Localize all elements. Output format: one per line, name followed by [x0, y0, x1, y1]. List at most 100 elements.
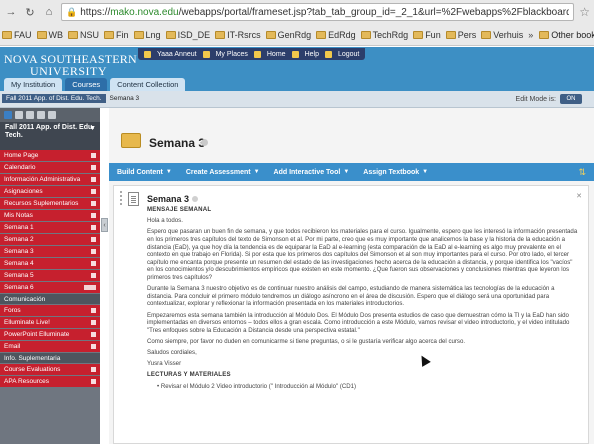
- tab-courses[interactable]: Courses: [65, 78, 108, 91]
- help-icon: [291, 50, 299, 58]
- sidebar-item[interactable]: APA Resources: [0, 376, 100, 387]
- sidebar-item[interactable]: Calendario: [0, 162, 100, 173]
- create-assessment-button[interactable]: Create Assessment ▼: [182, 168, 264, 177]
- back-arrow-icon[interactable]: →: [4, 5, 18, 19]
- logout-link[interactable]: Logout: [338, 51, 359, 58]
- add-interactive-tool-button[interactable]: Add Interactive Tool ▼: [270, 168, 354, 177]
- item-options-icon[interactable]: [91, 165, 96, 170]
- sidebar-item[interactable]: Recursos Suplementarios: [0, 198, 100, 209]
- bookmark-label: NSU: [80, 30, 100, 40]
- other-bookmarks[interactable]: » Other bookm: [528, 30, 594, 40]
- chevron-down-icon: ▼: [422, 169, 429, 175]
- sidebar-item[interactable]: Foros: [0, 305, 100, 316]
- menu-tool-icon[interactable]: [37, 111, 45, 119]
- edit-mode-toggle[interactable]: ON: [560, 94, 582, 104]
- home-icon[interactable]: ⌂: [42, 5, 56, 19]
- folder-icon: [360, 31, 371, 39]
- item-options-icon[interactable]: [91, 344, 96, 349]
- add-menu-item-icon[interactable]: [4, 111, 12, 119]
- sidebar-item[interactable]: Semana 2: [0, 234, 100, 245]
- item-options-icon[interactable]: [91, 213, 96, 218]
- sidebar-item[interactable]: Home Page: [0, 150, 100, 161]
- build-content-button[interactable]: Build Content ▼: [113, 168, 176, 177]
- bookmark-folder[interactable]: ISD_DE: [165, 30, 210, 40]
- bookmark-folder[interactable]: Verhuis: [481, 30, 523, 40]
- item-options-icon[interactable]: [91, 320, 96, 325]
- sidebar-item[interactable]: Course Evaluations: [0, 364, 100, 375]
- chevron-down-icon[interactable]: [192, 196, 198, 202]
- chevron-down-icon[interactable]: [201, 139, 208, 146]
- bookmark-star-icon[interactable]: ☆: [579, 5, 590, 19]
- tab-content-collection[interactable]: Content Collection: [110, 78, 186, 91]
- sidebar-section-header: Info. Suplementaria: [0, 353, 100, 363]
- breadcrumb-course[interactable]: Fall 2011 App. of Dist. Edu. Tech.: [2, 94, 106, 103]
- collapse-menu-handle[interactable]: ‹: [101, 218, 108, 232]
- sidebar-item-label: Course Evaluations: [4, 366, 61, 373]
- item-options-icon[interactable]: [91, 189, 96, 194]
- university-logo[interactable]: NOVA SOUTHEASTERN UNIVERSITY: [4, 53, 137, 77]
- folder-icon: [215, 31, 226, 39]
- user-name[interactable]: Yaaa Anneut: [157, 51, 197, 58]
- bookmark-folder[interactable]: WB: [36, 30, 63, 40]
- sidebar-item[interactable]: Información Administrativa: [0, 174, 100, 185]
- close-icon[interactable]: ✕: [576, 192, 582, 200]
- bookmark-folder[interactable]: IT-Rsrcs: [215, 30, 261, 40]
- logo-line-2: UNIVERSITY: [30, 64, 107, 78]
- document-icon: [128, 192, 139, 206]
- item-options-icon[interactable]: [84, 285, 96, 290]
- bookmark-folder[interactable]: NSU: [68, 30, 99, 40]
- item-options-icon[interactable]: [91, 332, 96, 337]
- sidebar-item[interactable]: Semana 1: [0, 222, 100, 233]
- reload-icon[interactable]: ↻: [23, 5, 37, 19]
- bookmark-folder[interactable]: FAU: [2, 30, 32, 40]
- item-options-icon[interactable]: [91, 177, 96, 182]
- item-title[interactable]: Semana 3: [147, 194, 189, 204]
- item-options-icon[interactable]: [91, 367, 96, 372]
- help-link[interactable]: Help: [305, 51, 319, 58]
- sidebar-item[interactable]: Semana 3: [0, 246, 100, 257]
- sidebar-item[interactable]: Semana 5: [0, 270, 100, 281]
- sidebar-item[interactable]: PowerPoint Elluminate: [0, 329, 100, 340]
- edit-mode-label: Edit Mode is:: [515, 95, 556, 103]
- sort-icon[interactable]: ⇅: [578, 167, 586, 178]
- address-bar[interactable]: 🔒 https://mako.nova.edu/webapps/portal/f…: [61, 3, 575, 21]
- sidebar-item[interactable]: Mis Notas: [0, 210, 100, 221]
- item-options-icon[interactable]: [91, 153, 96, 158]
- assign-textbook-button[interactable]: Assign Textbook ▼: [359, 168, 432, 177]
- sidebar-item[interactable]: Semana 4: [0, 258, 100, 269]
- bookmark-folder[interactable]: Pers: [445, 30, 476, 40]
- course-menu-title[interactable]: Fall 2011 App. of Dist. Edu. Tech. ▼: [0, 122, 100, 150]
- item-options-icon[interactable]: [91, 379, 96, 384]
- item-options-icon[interactable]: [91, 249, 96, 254]
- item-options-icon[interactable]: [91, 201, 96, 206]
- home-link[interactable]: Home: [267, 51, 286, 58]
- sidebar-item[interactable]: Elluminate Live!: [0, 317, 100, 328]
- sidebar-item[interactable]: Email: [0, 341, 100, 352]
- bookmark-folder[interactable]: GenRdg: [265, 30, 311, 40]
- folder-icon: [2, 31, 12, 39]
- sidebar-item[interactable]: Semana 6: [0, 282, 100, 293]
- item-options-icon[interactable]: [91, 261, 96, 266]
- menu-tool-icon[interactable]: [48, 111, 56, 119]
- my-places-link[interactable]: My Places: [216, 51, 248, 58]
- bookmark-folder[interactable]: Lng: [133, 30, 161, 40]
- other-bookmarks-label: Other bookm: [551, 30, 594, 40]
- folder-icon: [413, 31, 424, 39]
- item-options-icon[interactable]: [91, 237, 96, 242]
- drag-handle-icon[interactable]: [120, 191, 123, 205]
- bookmark-folder[interactable]: Fun: [413, 30, 441, 40]
- bookmark-folder[interactable]: Fin: [104, 30, 129, 40]
- sidebar-item[interactable]: Asignaciones: [0, 186, 100, 197]
- bookmark-folder[interactable]: EdRdg: [316, 30, 356, 40]
- item-options-icon[interactable]: [91, 308, 96, 313]
- chevron-double-right-icon[interactable]: »: [528, 30, 533, 40]
- menu-tool-icon[interactable]: [15, 111, 23, 119]
- content-item: Semana 3 ✕ MENSAJE SEMANAL Hola a todos. E…: [113, 185, 589, 444]
- chevron-down-icon[interactable]: ▼: [89, 125, 96, 133]
- item-options-icon[interactable]: [91, 273, 96, 278]
- home-link-icon: [253, 50, 261, 58]
- item-options-icon[interactable]: [91, 225, 96, 230]
- bookmark-folder[interactable]: TechRdg: [360, 30, 408, 40]
- tab-my-institution[interactable]: My Institution: [4, 78, 63, 91]
- menu-tool-icon[interactable]: [26, 111, 34, 119]
